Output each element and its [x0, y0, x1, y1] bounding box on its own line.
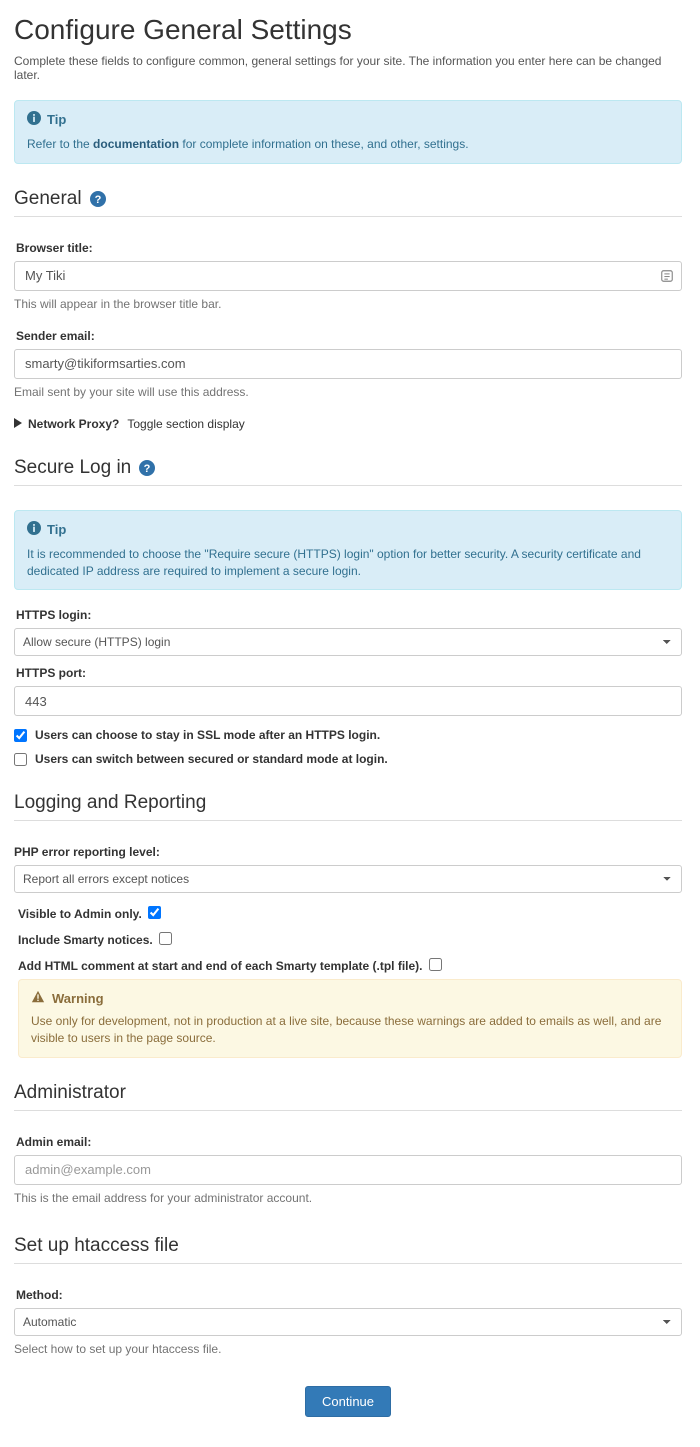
secure-heading: Secure Log in — [14, 457, 131, 479]
https-port-input[interactable] — [14, 686, 682, 716]
include-smarty-checkbox[interactable] — [159, 932, 172, 945]
visible-admin-checkbox[interactable] — [148, 906, 161, 919]
network-proxy-toggle[interactable]: Network Proxy? Toggle section display — [14, 417, 682, 431]
secure-heading-row: Secure Log in ? — [14, 457, 682, 486]
general-heading: General — [14, 188, 82, 210]
tip-title: Tip — [47, 112, 66, 127]
browser-title-input[interactable] — [14, 261, 682, 291]
logging-heading: Logging and Reporting — [14, 792, 206, 814]
add-comment-label[interactable]: Add HTML comment at start and end of eac… — [18, 959, 423, 973]
https-login-label: HTTPS login: — [14, 608, 682, 622]
stay-ssl-label[interactable]: Users can choose to stay in SSL mode aft… — [35, 728, 380, 742]
htaccess-heading-row: Set up htaccess file — [14, 1235, 682, 1264]
help-icon[interactable]: ? — [90, 191, 106, 207]
https-port-label: HTTPS port: — [14, 666, 682, 680]
input-suggestion-icon — [660, 269, 674, 283]
documentation-link[interactable]: documentation — [93, 137, 179, 151]
htaccess-method-select[interactable]: Automatic — [14, 1308, 682, 1336]
switch-mode-checkbox[interactable] — [14, 753, 27, 766]
admin-email-help: This is the email address for your admin… — [14, 1191, 682, 1205]
htaccess-method-help: Select how to set up your htaccess file. — [14, 1342, 682, 1356]
htaccess-heading: Set up htaccess file — [14, 1235, 179, 1257]
sender-email-input[interactable] — [14, 349, 682, 379]
stay-ssl-checkbox[interactable] — [14, 729, 27, 742]
info-icon — [27, 521, 41, 538]
warning-title-text: Warning — [52, 991, 104, 1006]
browser-title-label: Browser title: — [14, 241, 682, 255]
page-subtitle: Complete these fields to configure commo… — [14, 54, 682, 82]
tip-suffix: for complete information on these, and o… — [179, 137, 469, 151]
warning-body: Use only for development, not in product… — [31, 1013, 669, 1047]
help-icon[interactable]: ? — [139, 460, 155, 476]
admin-email-input[interactable] — [14, 1155, 682, 1185]
tip-prefix: Refer to the — [27, 137, 93, 151]
proxy-sublabel: Toggle section display — [127, 417, 244, 431]
chevron-right-icon — [14, 417, 22, 431]
sender-email-label: Sender email: — [14, 329, 682, 343]
visible-admin-label[interactable]: Visible to Admin only. — [18, 907, 142, 921]
add-comment-checkbox[interactable] — [429, 958, 442, 971]
svg-text:?: ? — [94, 194, 101, 206]
top-tip-box: Tip Refer to the documentation for compl… — [14, 100, 682, 164]
secure-tip-title: Tip — [47, 522, 66, 537]
warning-icon — [31, 990, 45, 1007]
svg-text:?: ? — [144, 463, 151, 475]
logging-heading-row: Logging and Reporting — [14, 792, 682, 821]
admin-heading: Administrator — [14, 1082, 126, 1104]
browser-title-help: This will appear in the browser title ba… — [14, 297, 682, 311]
php-level-select[interactable]: Report all errors except notices — [14, 865, 682, 893]
include-smarty-label[interactable]: Include Smarty notices. — [18, 933, 153, 947]
https-login-select[interactable]: Allow secure (HTTPS) login — [14, 628, 682, 656]
continue-button[interactable]: Continue — [305, 1386, 391, 1417]
warning-box: Warning Use only for development, not in… — [18, 979, 682, 1058]
htaccess-method-label: Method: — [14, 1288, 682, 1302]
secure-tip-body: It is recommended to choose the "Require… — [27, 546, 669, 580]
switch-mode-label[interactable]: Users can switch between secured or stan… — [35, 752, 388, 766]
admin-email-label: Admin email: — [14, 1135, 682, 1149]
secure-tip-box: Tip It is recommended to choose the "Req… — [14, 510, 682, 591]
general-heading-row: General ? — [14, 188, 682, 217]
admin-heading-row: Administrator — [14, 1082, 682, 1111]
sender-email-help: Email sent by your site will use this ad… — [14, 385, 682, 399]
page-title: Configure General Settings — [14, 14, 682, 46]
proxy-label: Network Proxy? — [28, 417, 119, 431]
info-icon — [27, 111, 41, 128]
php-level-label: PHP error reporting level: — [14, 845, 682, 859]
